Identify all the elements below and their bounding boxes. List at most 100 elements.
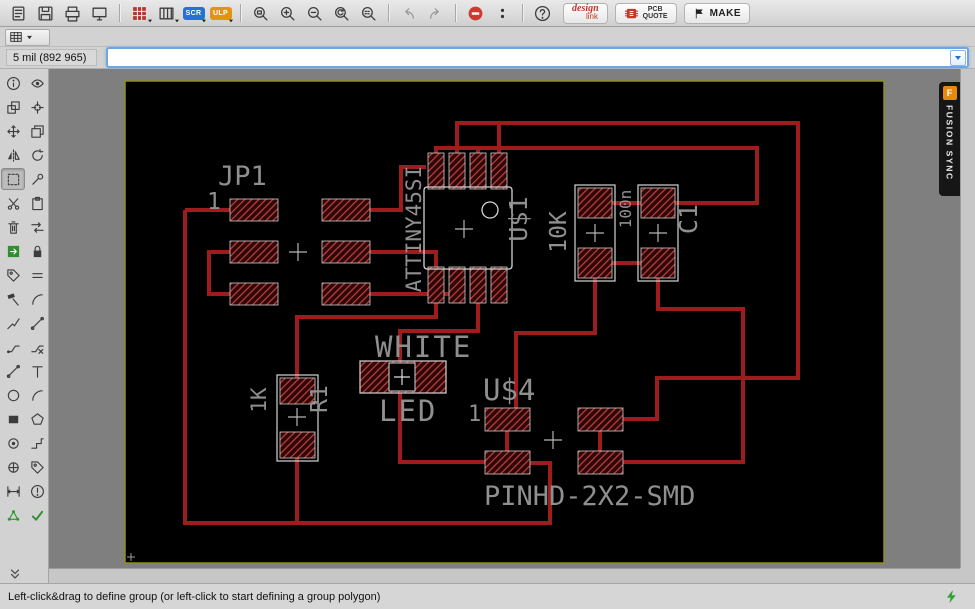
tool-via[interactable]	[1, 432, 25, 454]
vertical-scrollbar[interactable]	[960, 69, 975, 568]
tool-route[interactable]	[1, 336, 25, 358]
smd-pad[interactable]	[229, 240, 279, 264]
smd-pad[interactable]	[427, 152, 445, 190]
tool-ratsnest[interactable]	[1, 504, 25, 526]
library-manager-button[interactable]	[154, 2, 179, 24]
print-button[interactable]	[60, 2, 85, 24]
tool-circle[interactable]	[1, 384, 25, 406]
smd-pad[interactable]	[321, 240, 371, 264]
tool-display[interactable]	[1, 96, 25, 118]
zoom-in-button[interactable]	[275, 2, 300, 24]
tool-miter[interactable]	[25, 288, 49, 310]
poly-icon	[30, 412, 45, 427]
tool-errors[interactable]	[25, 480, 49, 502]
run-ulp-button[interactable]: ULP	[208, 2, 233, 24]
cam-processor-button[interactable]	[87, 2, 112, 24]
board-drawing[interactable]: JP1 1 ATTINY45SI U$1 10K 100n C1 WHITE L…	[49, 69, 960, 568]
pcb-quote-button[interactable]: PCB QUOTE	[614, 2, 677, 24]
make-label: MAKE	[709, 7, 742, 19]
fusion-sync-tab[interactable]: F FUSION SYNC	[939, 82, 960, 196]
board-canvas-area[interactable]: JP1 1 ATTINY45SI U$1 10K 100n C1 WHITE L…	[49, 69, 960, 568]
smd-pad[interactable]	[484, 450, 531, 475]
smd-pad[interactable]	[448, 266, 466, 304]
label-r2-value: 10K	[546, 211, 572, 253]
copy-icon	[30, 124, 45, 139]
tool-move[interactable]	[1, 120, 25, 142]
grid-settings-button[interactable]	[5, 28, 50, 46]
tool-info[interactable]	[1, 72, 25, 94]
tool-name[interactable]	[1, 264, 25, 286]
tool-cut[interactable]	[1, 192, 25, 214]
redo-button[interactable]	[423, 2, 448, 24]
smd-pad[interactable]	[229, 282, 279, 306]
main-toolbar: SCR ULP design link PCB QUOTE MAKE	[0, 0, 975, 27]
zoom-fit-button[interactable]	[248, 2, 273, 24]
smd-pad[interactable]	[469, 152, 487, 190]
tool-wire[interactable]	[1, 360, 25, 382]
tool-arc[interactable]	[25, 384, 49, 406]
pcb-quote-icon	[624, 8, 638, 18]
zoom-out-button[interactable]	[302, 2, 327, 24]
open-board-button[interactable]	[6, 2, 31, 24]
tool-change[interactable]	[25, 168, 49, 190]
delete-icon	[6, 220, 21, 235]
stop-button[interactable]	[463, 2, 488, 24]
smd-pad[interactable]	[321, 198, 371, 222]
tool-smash[interactable]	[1, 288, 25, 310]
tool-replace[interactable]	[1, 240, 25, 262]
smd-pad[interactable]	[577, 187, 613, 219]
tool-ripup[interactable]	[25, 336, 49, 358]
horizontal-scrollbar[interactable]	[49, 568, 960, 583]
smd-pad[interactable]	[469, 266, 487, 304]
help-button[interactable]	[530, 2, 555, 24]
tool-delete[interactable]	[1, 216, 25, 238]
smd-pad[interactable]	[577, 407, 624, 432]
zoom-redraw-button[interactable]	[329, 2, 354, 24]
tool-mark[interactable]	[25, 96, 49, 118]
drc-rules-button[interactable]	[127, 2, 152, 24]
smd-pad[interactable]	[321, 282, 371, 306]
tool-polygon[interactable]	[25, 408, 49, 430]
record-script-button[interactable]	[490, 2, 515, 24]
tool-dimension[interactable]	[1, 480, 25, 502]
tool-hole[interactable]	[1, 456, 25, 478]
tool-drc[interactable]	[25, 504, 49, 526]
smd-pad[interactable]	[577, 450, 624, 475]
smd-pad[interactable]	[577, 247, 613, 279]
move-icon	[6, 124, 21, 139]
zoom-select-button[interactable]	[356, 2, 381, 24]
smd-pad[interactable]	[229, 198, 279, 222]
tool-lock[interactable]	[25, 240, 49, 262]
command-input[interactable]	[106, 47, 969, 68]
tool-rect[interactable]	[1, 408, 25, 430]
tool-text[interactable]	[25, 360, 49, 382]
smd-pad[interactable]	[640, 247, 676, 279]
command-history-dropdown[interactable]	[950, 49, 966, 66]
tool-copy[interactable]	[25, 120, 49, 142]
tool-show[interactable]	[25, 72, 49, 94]
tool-group[interactable]	[1, 168, 25, 190]
undo-button[interactable]	[396, 2, 421, 24]
smd-pad[interactable]	[279, 431, 316, 459]
tool-attribute[interactable]	[25, 456, 49, 478]
smd-pad[interactable]	[484, 407, 531, 432]
smd-pad[interactable]	[448, 152, 466, 190]
smd-pad[interactable]	[490, 152, 508, 190]
tool-split[interactable]	[1, 312, 25, 334]
smd-pad[interactable]	[427, 266, 445, 304]
tool-paste[interactable]	[25, 192, 49, 214]
paste-icon	[30, 196, 45, 211]
run-script-button[interactable]: SCR	[181, 2, 206, 24]
tool-signal[interactable]	[25, 432, 49, 454]
smd-pad[interactable]	[490, 266, 508, 304]
tool-optimize[interactable]	[25, 312, 49, 334]
tool-value[interactable]	[25, 264, 49, 286]
smd-pad[interactable]	[640, 187, 676, 219]
make-button[interactable]: MAKE	[683, 2, 751, 24]
tool-mirror[interactable]	[1, 144, 25, 166]
tool-rotate[interactable]	[25, 144, 49, 166]
design-link-button[interactable]: design link	[563, 2, 608, 24]
collapse-palette-button[interactable]	[7, 567, 23, 581]
tool-pinswap[interactable]	[25, 216, 49, 238]
save-button[interactable]	[33, 2, 58, 24]
